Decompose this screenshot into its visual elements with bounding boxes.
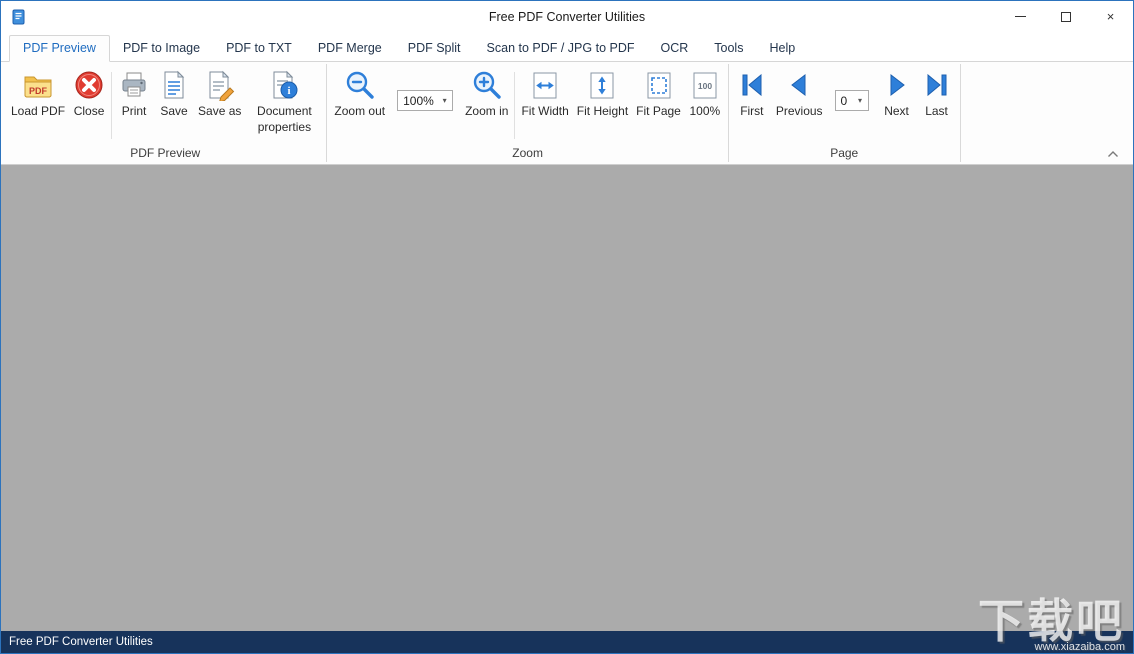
zoom-out-label: Zoom out [334, 104, 385, 120]
previous-page-icon [783, 69, 815, 101]
page-number-value: 0 [841, 94, 848, 108]
save-icon [158, 69, 190, 101]
window-controls: × [998, 1, 1133, 32]
tab-tools[interactable]: Tools [701, 36, 756, 61]
tab-pdf-split[interactable]: PDF Split [395, 36, 474, 61]
document-properties-icon: i [268, 69, 300, 101]
fit-page-icon [643, 69, 675, 101]
zoom-level-combobox[interactable]: 100% ▾ [397, 90, 453, 111]
tab-pdf-to-image[interactable]: PDF to Image [110, 36, 213, 61]
separator [514, 72, 515, 139]
window-title: Free PDF Converter Utilities [1, 10, 1133, 24]
fit-page-button[interactable]: Fit Page [632, 66, 685, 145]
fit-height-button[interactable]: Fit Height [573, 66, 632, 145]
fit-width-icon [529, 69, 561, 101]
save-button[interactable]: Save [154, 66, 194, 145]
save-as-button[interactable]: Save as [194, 66, 245, 145]
last-page-icon [921, 69, 953, 101]
svg-text:PDF: PDF [29, 86, 48, 96]
last-page-button[interactable]: Last [917, 66, 957, 145]
zoom-dropdown-arrow-icon[interactable]: ▾ [437, 91, 452, 110]
titlebar: Free PDF Converter Utilities × [1, 1, 1133, 32]
zoom-in-icon [471, 69, 503, 101]
fit-page-label: Fit Page [636, 104, 681, 120]
tab-pdf-to-txt[interactable]: PDF to TXT [213, 36, 305, 61]
minimize-button[interactable] [998, 1, 1043, 32]
chevron-up-icon [1107, 150, 1119, 158]
tab-ocr[interactable]: OCR [648, 36, 702, 61]
svg-text:i: i [288, 85, 291, 97]
page-dropdown-arrow-icon[interactable]: ▾ [853, 91, 868, 110]
zoom-100-icon: 100 [689, 69, 721, 101]
save-as-icon [204, 69, 236, 101]
maximize-icon [1061, 12, 1071, 22]
group-separator [326, 64, 327, 162]
zoom-level-value: 100% [403, 94, 434, 108]
ribbon-group-page: First Previous 0 ▾ Next [732, 62, 957, 164]
group-label-zoom: Zoom [330, 145, 724, 164]
separator [111, 72, 112, 139]
close-button[interactable]: × [1088, 1, 1133, 32]
zoom-100-button[interactable]: 100 100% [685, 66, 725, 145]
ribbon: PDF Load PDF Close [1, 62, 1133, 165]
minimize-icon [1015, 16, 1026, 17]
maximize-button[interactable] [1043, 1, 1088, 32]
previous-page-label: Previous [776, 104, 823, 120]
ribbon-group-pdf-preview: PDF Load PDF Close [7, 62, 323, 164]
close-pdf-label: Close [74, 104, 105, 120]
last-page-label: Last [925, 104, 948, 120]
close-pdf-icon [73, 69, 105, 101]
next-page-button[interactable]: Next [877, 66, 917, 145]
statusbar-text: Free PDF Converter Utilities [9, 636, 153, 648]
fit-width-label: Fit Width [521, 104, 568, 120]
zoom-100-label: 100% [690, 104, 721, 120]
save-as-label: Save as [198, 104, 241, 120]
print-button[interactable]: Print [114, 66, 154, 145]
zoom-out-button[interactable]: Zoom out [330, 66, 389, 145]
document-properties-button[interactable]: i Document properties [245, 66, 323, 145]
pdf-preview-viewport [1, 165, 1133, 631]
zoom-in-button[interactable]: Zoom in [461, 66, 512, 145]
tab-pdf-merge[interactable]: PDF Merge [305, 36, 395, 61]
tab-pdf-preview[interactable]: PDF Preview [9, 35, 110, 62]
fit-height-icon [586, 69, 618, 101]
load-pdf-icon: PDF [22, 69, 54, 101]
close-pdf-button[interactable]: Close [69, 66, 109, 145]
ribbon-tabbar: PDF Preview PDF to Image PDF to TXT PDF … [1, 32, 1133, 62]
fit-width-button[interactable]: Fit Width [517, 66, 572, 145]
first-page-icon [736, 69, 768, 101]
close-icon: × [1107, 9, 1115, 24]
statusbar: Free PDF Converter Utilities [1, 631, 1133, 653]
load-pdf-label: Load PDF [11, 104, 65, 120]
first-page-button[interactable]: First [732, 66, 772, 145]
document-properties-label: Document properties [249, 104, 319, 135]
group-label-page: Page [732, 145, 957, 164]
group-separator [728, 64, 729, 162]
zoom-in-label: Zoom in [465, 104, 508, 120]
next-page-icon [881, 69, 913, 101]
next-page-label: Next [884, 104, 909, 120]
print-icon [118, 69, 150, 101]
collapse-ribbon-button[interactable] [1101, 145, 1125, 162]
fit-height-label: Fit Height [577, 104, 628, 120]
app-window: Free PDF Converter Utilities × PDF Previ… [0, 0, 1134, 654]
zoom-out-icon [344, 69, 376, 101]
app-icon [11, 9, 27, 25]
group-label-pdf-preview: PDF Preview [7, 145, 323, 164]
group-separator [960, 64, 961, 162]
tab-help[interactable]: Help [756, 36, 808, 61]
ribbon-group-zoom: Zoom out 100% ▾ Zoom in [330, 62, 724, 164]
print-label: Print [122, 104, 147, 120]
tab-scan-to-pdf[interactable]: Scan to PDF / JPG to PDF [474, 36, 648, 61]
previous-page-button[interactable]: Previous [772, 66, 827, 145]
first-page-label: First [740, 104, 763, 120]
load-pdf-button[interactable]: PDF Load PDF [7, 66, 69, 145]
page-number-combobox[interactable]: 0 ▾ [835, 90, 869, 111]
save-label: Save [160, 104, 187, 120]
svg-text:100: 100 [698, 81, 712, 91]
